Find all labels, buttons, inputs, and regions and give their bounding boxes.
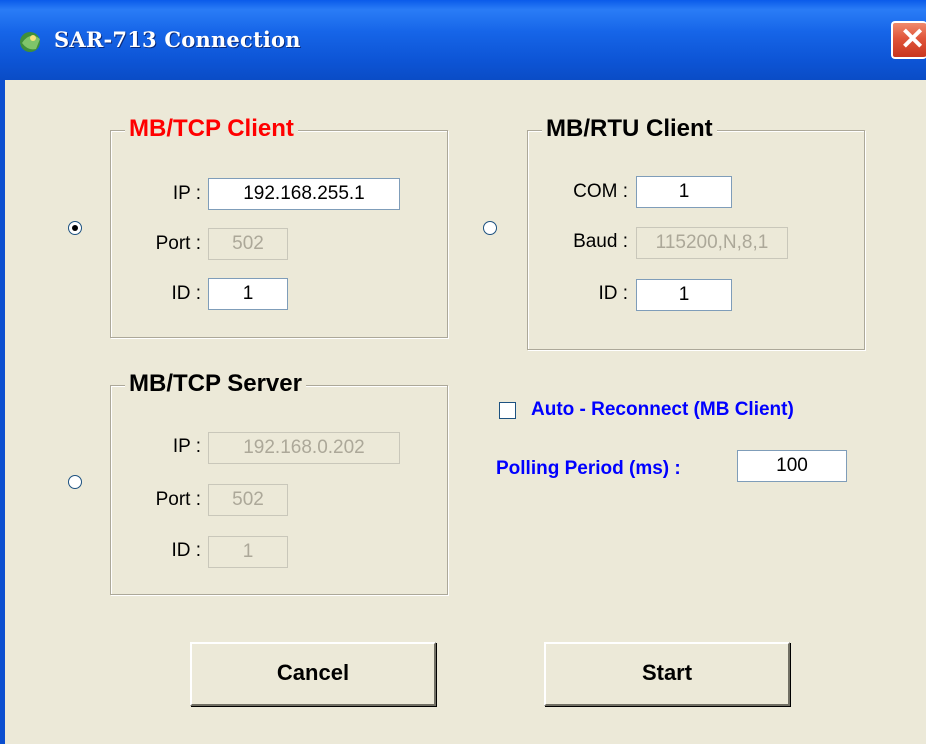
mb-rtu-client-id-input[interactable]: 1 bbox=[636, 279, 732, 311]
ip-label: IP : bbox=[172, 436, 201, 457]
mb-tcp-server-group: MB/TCP Server IP : 192.168.0.202 Port : … bbox=[110, 370, 448, 595]
mb-tcp-client-id-input[interactable]: 1 bbox=[208, 278, 288, 310]
mb-rtu-client-group: MB/RTU Client COM : 1 Baud : 115200,N,8,… bbox=[527, 115, 865, 350]
mb-tcp-server-port-input[interactable]: 502 bbox=[208, 484, 288, 516]
start-button[interactable]: Start bbox=[544, 642, 790, 706]
mb-rtu-client-title: MB/RTU Client bbox=[542, 115, 717, 143]
dialog-body: MB/TCP Client IP : 192.168.255.1 Port : … bbox=[5, 80, 926, 744]
mb-tcp-client-port-input[interactable]: 502 bbox=[208, 228, 288, 260]
mb-tcp-server-id-input[interactable]: 1 bbox=[208, 536, 288, 568]
mb-rtu-client-com-input[interactable]: 1 bbox=[636, 176, 732, 208]
id-label: ID : bbox=[598, 283, 628, 304]
mb-tcp-client-radio[interactable] bbox=[68, 221, 82, 235]
com-label: COM : bbox=[573, 181, 628, 202]
mb-rtu-client-baud-input[interactable]: 115200,N,8,1 bbox=[636, 227, 788, 259]
mb-rtu-client-radio[interactable] bbox=[483, 221, 497, 235]
id-label: ID : bbox=[171, 283, 201, 304]
mb-tcp-client-group: MB/TCP Client IP : 192.168.255.1 Port : … bbox=[110, 115, 448, 338]
cancel-button[interactable]: Cancel bbox=[190, 642, 436, 706]
auto-reconnect-label[interactable]: Auto - Reconnect (MB Client) bbox=[531, 399, 794, 421]
app-icon bbox=[20, 32, 40, 52]
window-title: SAR-713 Connection bbox=[54, 27, 301, 52]
ip-label: IP : bbox=[172, 183, 201, 204]
id-label: ID : bbox=[171, 540, 201, 561]
mb-tcp-server-title: MB/TCP Server bbox=[125, 370, 306, 398]
port-label: Port : bbox=[155, 489, 201, 510]
baud-label: Baud : bbox=[573, 231, 628, 252]
polling-period-label: Polling Period (ms) : bbox=[496, 458, 681, 479]
mb-tcp-client-ip-input[interactable]: 192.168.255.1 bbox=[208, 178, 400, 210]
title-bar[interactable]: SAR-713 Connection ✕ bbox=[0, 0, 926, 80]
mb-tcp-client-title: MB/TCP Client bbox=[125, 115, 298, 143]
close-button[interactable]: ✕ bbox=[891, 21, 926, 59]
auto-reconnect-checkbox[interactable] bbox=[499, 402, 516, 419]
mb-tcp-server-radio[interactable] bbox=[68, 475, 82, 489]
close-icon: ✕ bbox=[900, 23, 926, 56]
polling-period-input[interactable]: 100 bbox=[737, 450, 847, 482]
mb-tcp-server-ip-input[interactable]: 192.168.0.202 bbox=[208, 432, 400, 464]
port-label: Port : bbox=[155, 233, 201, 254]
